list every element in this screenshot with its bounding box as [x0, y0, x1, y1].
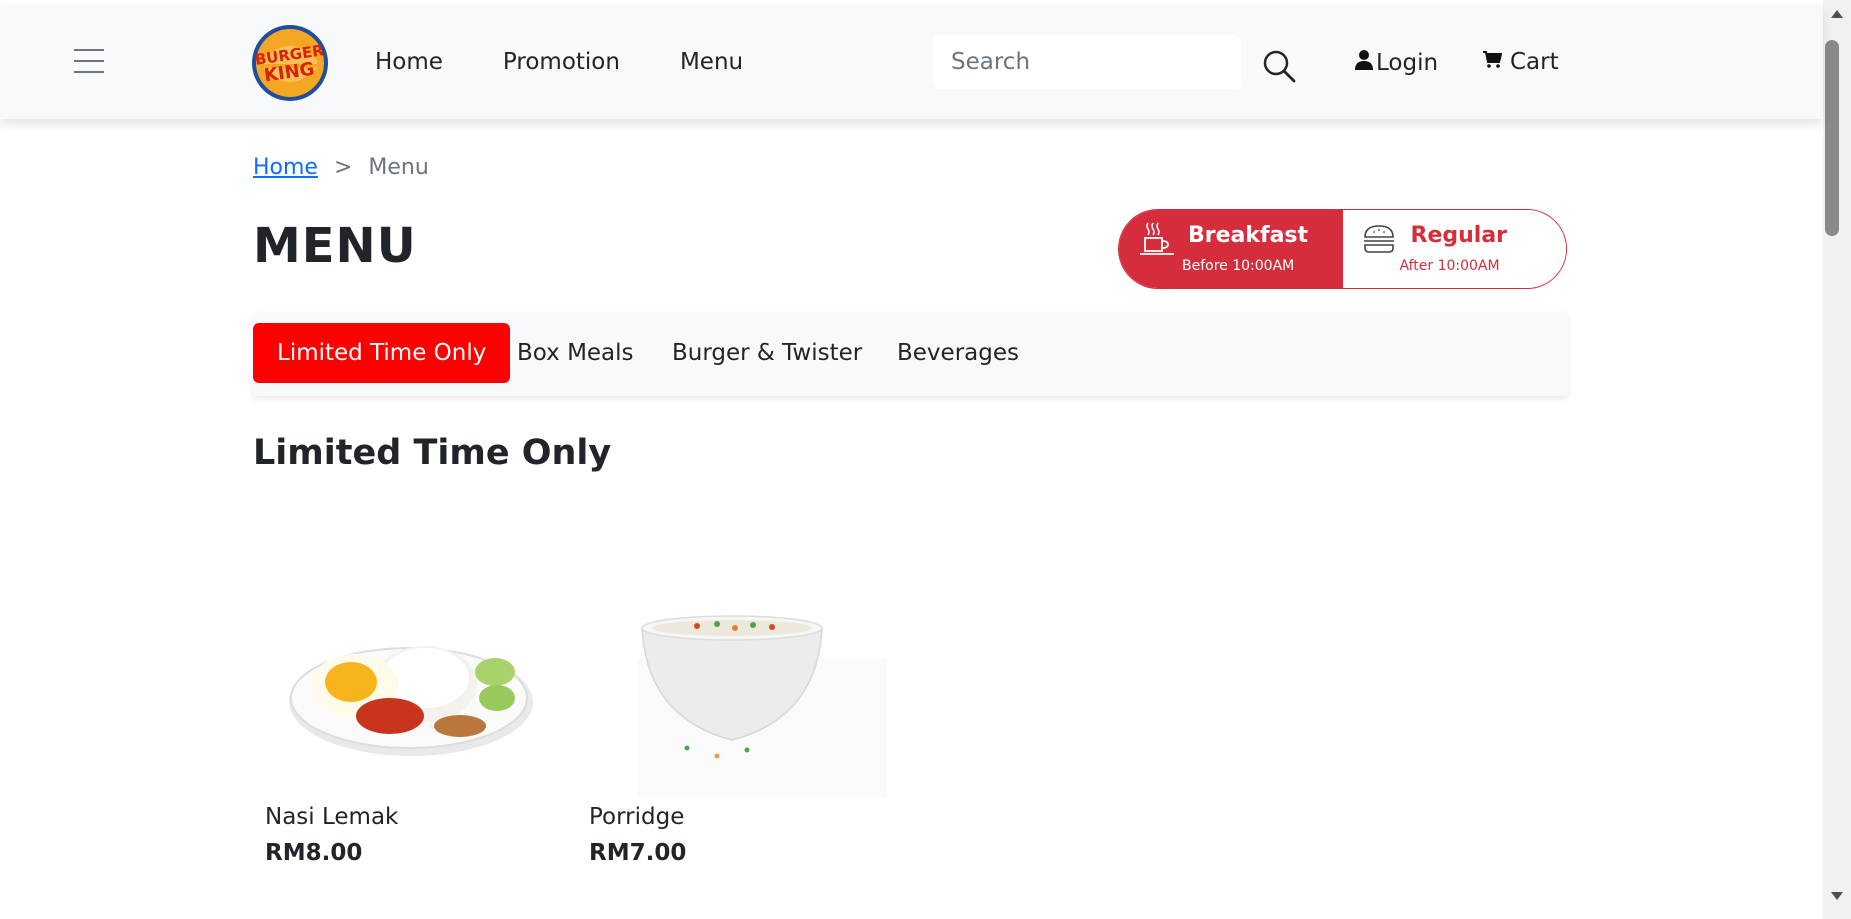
tab-box-meals[interactable]: Box Meals	[493, 323, 658, 383]
regular-label: Regular	[1410, 223, 1508, 248]
cart-link[interactable]: Cart	[1482, 49, 1559, 75]
product-name: Nasi Lemak	[265, 804, 399, 830]
scroll-up-arrow-icon[interactable]	[1831, 10, 1843, 18]
breadcrumb-current: Menu	[368, 155, 429, 180]
page-title: MENU	[253, 218, 417, 274]
product-card[interactable]: Porridge RM7.00	[577, 598, 887, 866]
menu-time-toggle: Breakfast Before 10:00AM Regular After 1…	[1118, 209, 1567, 289]
tab-beverages[interactable]: Beverages	[873, 323, 1043, 383]
product-price: RM8.00	[265, 840, 363, 866]
nav-home[interactable]: Home	[375, 49, 443, 75]
burger-king-logo[interactable]: BURGER KING	[251, 24, 329, 102]
product-card[interactable]: Nasi Lemak RM8.00	[253, 598, 553, 866]
user-icon	[1354, 49, 1374, 77]
regular-option[interactable]: Regular After 10:00AM	[1342, 210, 1566, 288]
search-input[interactable]	[933, 35, 1241, 89]
section-title: Limited Time Only	[253, 433, 612, 473]
breadcrumb: Home > Menu	[253, 155, 429, 180]
hamburger-menu-icon[interactable]	[74, 49, 106, 77]
main-nav: Home Promotion Menu	[375, 49, 743, 75]
burger-icon	[1362, 224, 1396, 258]
scrollbar-thumb[interactable]	[1825, 40, 1839, 236]
product-price: RM7.00	[589, 840, 687, 866]
cart-icon	[1482, 49, 1503, 75]
search-icon[interactable]	[1262, 49, 1296, 83]
breadcrumb-separator: >	[333, 155, 353, 180]
regular-time: After 10:00AM	[1399, 258, 1500, 274]
nav-menu[interactable]: Menu	[680, 49, 743, 75]
login-label: Login	[1376, 50, 1439, 76]
cart-label: Cart	[1510, 49, 1559, 75]
scroll-down-arrow-icon[interactable]	[1831, 892, 1843, 900]
header: BURGER KING Home Promotion Menu Logi	[0, 5, 1823, 119]
category-tabs: Limited Time Only Box Meals Burger & Twi…	[253, 312, 1568, 396]
coffee-cup-icon	[1138, 221, 1176, 261]
nav-promotion[interactable]: Promotion	[503, 49, 620, 75]
porridge-image	[577, 598, 887, 798]
page: BURGER KING Home Promotion Menu Logi	[0, 0, 1823, 919]
product-name: Porridge	[589, 804, 685, 830]
breadcrumb-home[interactable]: Home	[253, 155, 318, 180]
login-link[interactable]: Login	[1354, 49, 1438, 77]
tab-limited-time-only[interactable]: Limited Time Only	[253, 323, 511, 383]
breakfast-option[interactable]: Breakfast Before 10:00AM	[1119, 210, 1343, 288]
nasi-lemak-image	[253, 598, 543, 798]
breakfast-label: Breakfast	[1188, 223, 1309, 248]
breakfast-time: Before 10:00AM	[1182, 258, 1295, 274]
tab-burger-twister[interactable]: Burger & Twister	[648, 323, 886, 383]
